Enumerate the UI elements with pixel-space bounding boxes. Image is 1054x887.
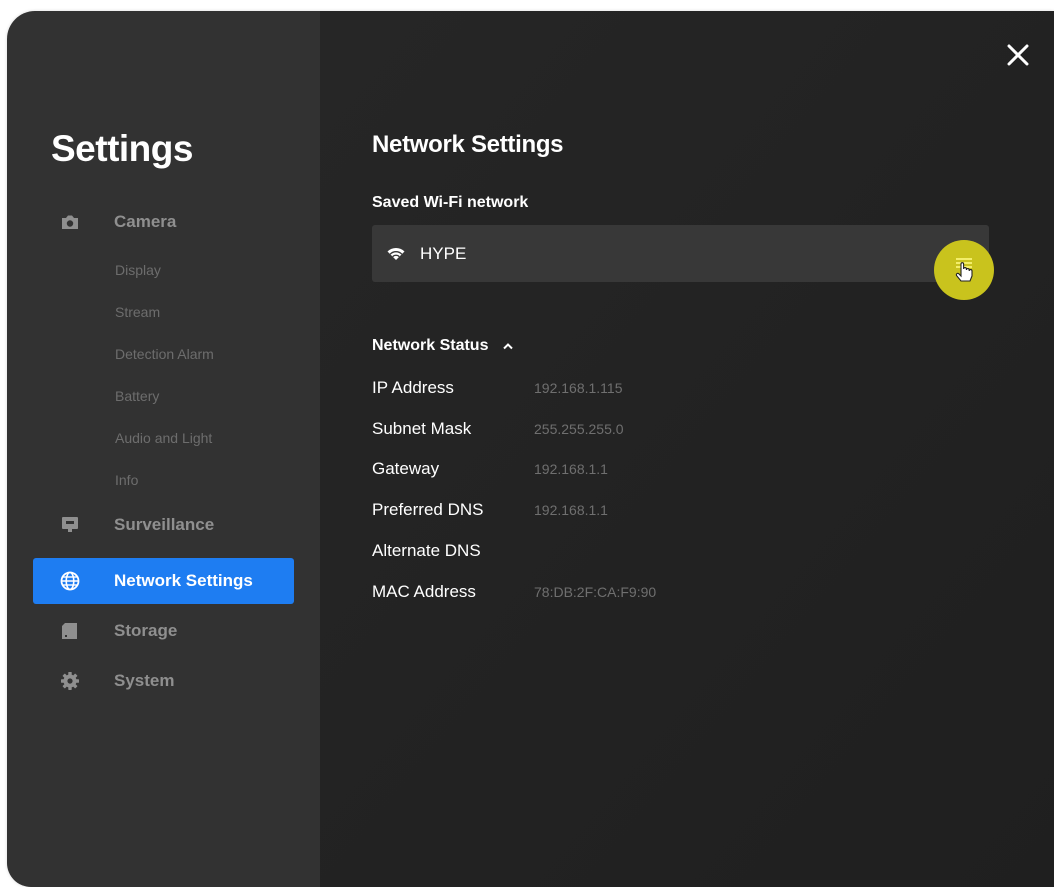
sidebar-title: Settings: [51, 128, 193, 169]
subnet-mask-value: 255.255.255.0: [534, 421, 624, 437]
network-status-heading: Network Status: [372, 337, 489, 354]
gateway-label: Gateway: [372, 459, 440, 478]
saved-wifi-row[interactable]: HYPE: [372, 225, 989, 282]
chevron-up-icon: [502, 342, 514, 350]
sub-item-display[interactable]: Display: [115, 262, 161, 278]
mac-address-label: MAC Address: [372, 582, 476, 601]
sub-item-audio-and-light[interactable]: Audio and Light: [115, 430, 212, 446]
globe-icon: [59, 570, 81, 592]
nav-item-network-settings[interactable]: Network Settings: [33, 558, 294, 604]
sub-item-stream[interactable]: Stream: [115, 304, 160, 320]
menu-icon: [955, 258, 973, 282]
nav-item-label: System: [114, 671, 175, 690]
ip-address-value: 192.168.1.115: [534, 380, 623, 396]
wifi-menu-button[interactable]: [934, 240, 994, 300]
settings-window: Settings Camera Display Stream Detection…: [7, 11, 1054, 887]
wifi-network-name: HYPE: [420, 243, 467, 263]
sd-card-icon: [59, 620, 81, 642]
camera-icon: [59, 211, 81, 233]
mac-address-value: 78:DB:2F:CA:F9:90: [534, 584, 657, 600]
preferred-dns-label: Preferred DNS: [372, 500, 484, 519]
sub-item-battery[interactable]: Battery: [115, 388, 159, 404]
gear-icon: [59, 670, 81, 692]
close-button[interactable]: [1004, 41, 1032, 69]
nav-item-label: Surveillance: [114, 515, 215, 534]
sub-item-detection-alarm[interactable]: Detection Alarm: [115, 346, 214, 362]
wifi-icon: [386, 246, 406, 262]
nav-item-system[interactable]: System: [33, 658, 294, 704]
network-status-toggle[interactable]: Network Status: [372, 337, 514, 355]
alternate-dns-label: Alternate DNS: [372, 541, 481, 560]
close-icon: [1007, 44, 1029, 66]
nav-item-surveillance[interactable]: Surveillance: [33, 502, 294, 548]
preferred-dns-value: 192.168.1.1: [534, 502, 608, 518]
nav-item-label: Network Settings: [114, 571, 253, 590]
sub-item-info[interactable]: Info: [115, 472, 138, 488]
gateway-value: 192.168.1.1: [534, 461, 608, 477]
nav-item-label: Camera: [114, 212, 177, 231]
nav-item-storage[interactable]: Storage: [33, 608, 294, 654]
main-panel: Network Settings Saved Wi-Fi network HYP…: [320, 11, 1054, 887]
nav-item-label: Storage: [114, 621, 178, 640]
saved-wifi-heading: Saved Wi-Fi network: [372, 194, 529, 211]
nav-item-camera[interactable]: Camera: [33, 199, 294, 245]
ip-address-label: IP Address: [372, 378, 454, 397]
subnet-mask-label: Subnet Mask: [372, 419, 472, 438]
page-title: Network Settings: [372, 131, 564, 158]
monitor-icon: [59, 514, 81, 536]
sidebar: Settings Camera Display Stream Detection…: [7, 11, 320, 887]
